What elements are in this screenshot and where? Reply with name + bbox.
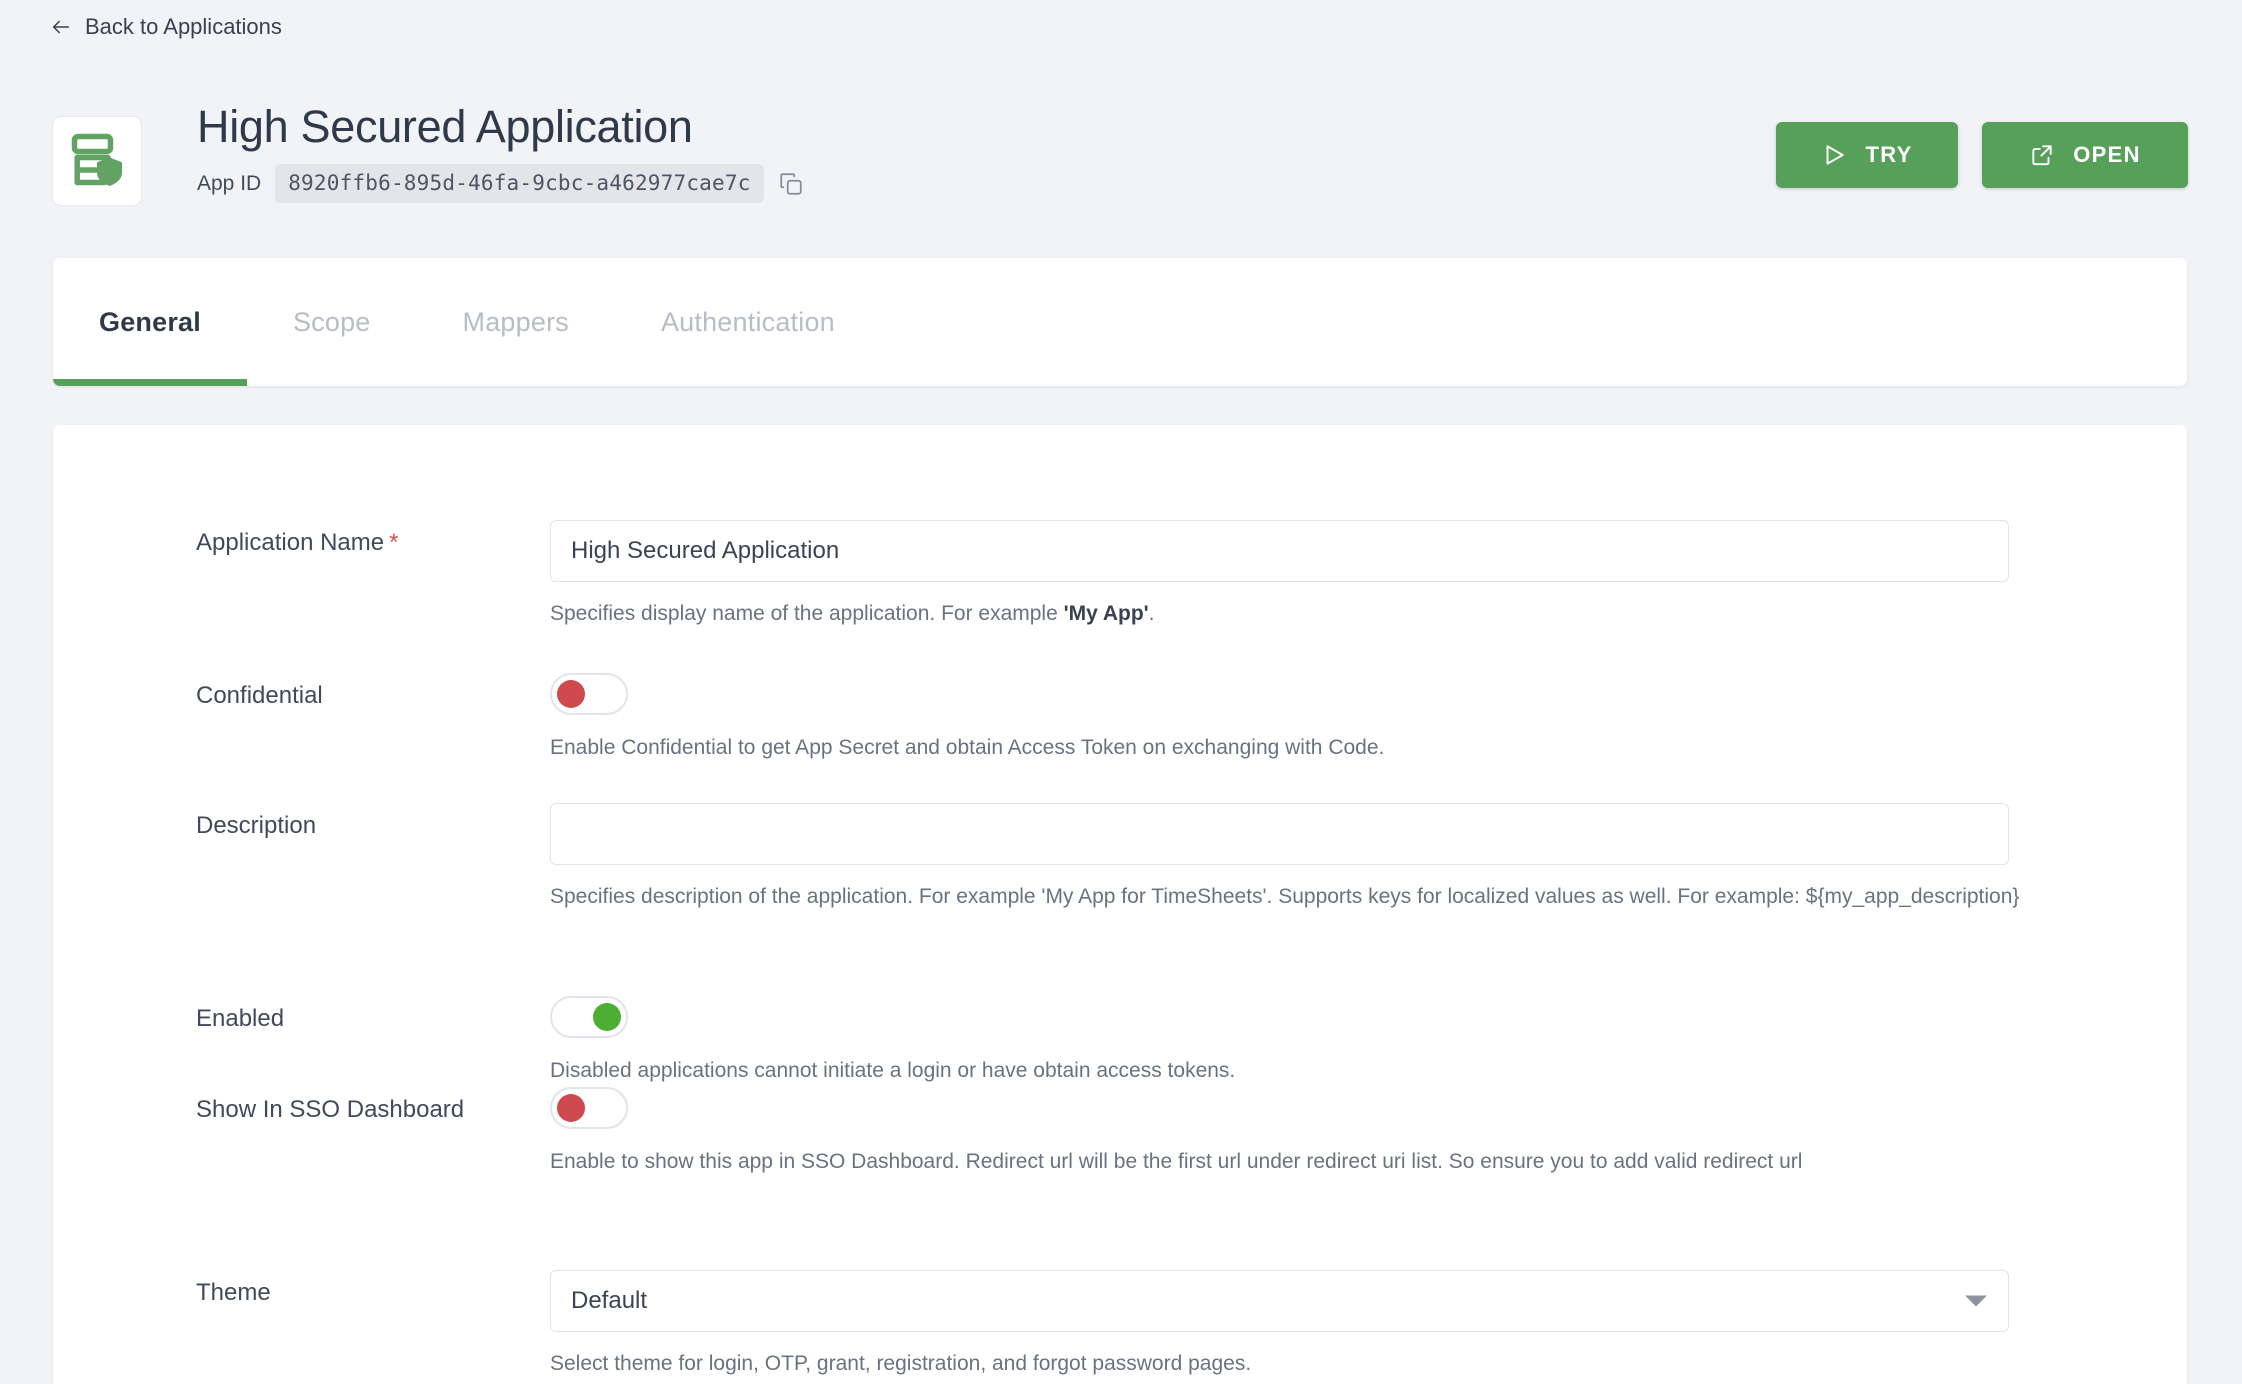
tab-list: General Scope Mappers Authentication: [53, 258, 2187, 386]
back-to-applications-link[interactable]: Back to Applications: [50, 16, 282, 38]
server-shield-icon: [70, 133, 124, 189]
header-actions: TRY OPEN: [1776, 122, 2188, 188]
required-asterisk: *: [389, 529, 399, 556]
description-control: Specifies description of the application…: [550, 803, 2187, 912]
back-to-applications-label: Back to Applications: [85, 14, 282, 39]
confidential-toggle-knob: [557, 680, 585, 708]
theme-label: Theme: [196, 1279, 271, 1306]
enabled-toggle[interactable]: [550, 996, 628, 1038]
tab-authentication[interactable]: Authentication: [615, 258, 881, 386]
confidential-control: Enable Confidential to get App Secret an…: [550, 673, 2187, 763]
arrow-left-icon: [50, 16, 72, 38]
general-settings-form: Application Name* Specifies display name…: [53, 425, 2187, 1384]
show-in-sso-dashboard-label: Show In SSO Dashboard: [196, 1096, 465, 1123]
application-name-help: Specifies display name of the applicatio…: [550, 599, 2020, 629]
enabled-help: Disabled applications cannot initiate a …: [550, 1059, 1236, 1082]
play-icon: [1821, 142, 1847, 168]
tab-mappers[interactable]: Mappers: [417, 258, 615, 386]
enabled-control: Disabled applications cannot initiate a …: [550, 996, 2187, 1086]
application-name-help-pre: Specifies display name of the applicatio…: [550, 602, 1064, 625]
tab-scope[interactable]: Scope: [247, 258, 417, 386]
tab-mappers-label: Mappers: [462, 306, 569, 337]
try-button[interactable]: TRY: [1776, 122, 1958, 188]
app-header: High Secured Application App ID 8920ffb6…: [52, 100, 2188, 220]
tab-general[interactable]: General: [53, 258, 247, 386]
field-application-name: Application Name* Specifies display name…: [53, 520, 2187, 629]
app-id-row: App ID 8920ffb6-895d-46fa-9cbc-a462977ca…: [197, 164, 1776, 204]
show-in-sso-dashboard-toggle-knob: [557, 1094, 585, 1122]
confidential-label: Confidential: [196, 682, 323, 709]
application-name-help-strong: 'My App': [1063, 602, 1149, 625]
show-in-sso-dashboard-control: Enable to show this app in SSO Dashboard…: [550, 1087, 2187, 1177]
confidential-help: Enable Confidential to get App Secret an…: [550, 736, 1385, 759]
application-name-control: Specifies display name of the applicatio…: [550, 520, 2187, 629]
field-description: Description Specifies description of the…: [53, 803, 2187, 912]
theme-control: Default Select theme for login, OTP, gra…: [550, 1270, 2187, 1379]
application-name-help-post: .: [1148, 602, 1155, 625]
theme-select-value: Default: [571, 1287, 648, 1314]
confidential-toggle[interactable]: [550, 673, 628, 715]
field-enabled: Enabled Disabled applications cannot ini…: [53, 996, 2187, 1086]
tab-authentication-label: Authentication: [660, 306, 835, 337]
app-icon: [52, 116, 142, 206]
theme-help: Select theme for login, OTP, grant, regi…: [550, 1352, 1252, 1375]
description-help: Specifies description of the application…: [550, 885, 2020, 908]
try-button-label: TRY: [1865, 142, 1913, 167]
application-name-input[interactable]: [550, 520, 2009, 582]
theme-select-wrap: Default: [550, 1270, 2009, 1332]
app-id-value: 8920ffb6-895d-46fa-9cbc-a462977cae7c: [275, 164, 764, 204]
description-input[interactable]: [550, 803, 2009, 865]
app-title-block: High Secured Application App ID 8920ffb6…: [197, 100, 1776, 204]
enabled-label: Enabled: [196, 1005, 285, 1032]
tabs-card: General Scope Mappers Authentication: [53, 258, 2187, 386]
theme-select[interactable]: Default: [550, 1270, 2009, 1332]
field-confidential: Confidential Enable Confidential to get …: [53, 673, 2187, 763]
application-name-label: Application Name *: [53, 520, 550, 629]
show-in-sso-dashboard-toggle[interactable]: [550, 1087, 628, 1129]
external-link-icon: [2029, 142, 2055, 168]
application-name-label-text: Application Name: [196, 529, 385, 556]
application-detail-page: Back to Applications High Secured Applic…: [0, 0, 2242, 1384]
description-label: Description: [196, 812, 317, 839]
field-show-in-sso-dashboard: Show In SSO Dashboard Enable to show thi…: [53, 1087, 2187, 1177]
show-in-sso-dashboard-help: Enable to show this app in SSO Dashboard…: [550, 1150, 1803, 1173]
tab-scope-label: Scope: [292, 306, 371, 337]
open-button-label: OPEN: [2073, 142, 2141, 167]
page-title: High Secured Application: [197, 101, 693, 152]
app-id-label: App ID: [197, 171, 262, 195]
copy-icon[interactable]: [778, 171, 804, 197]
field-theme: Theme Default Select theme for login, OT…: [53, 1270, 2187, 1379]
enabled-toggle-knob: [593, 1003, 621, 1031]
tab-general-label: General: [99, 306, 201, 337]
open-button[interactable]: OPEN: [1982, 122, 2188, 188]
